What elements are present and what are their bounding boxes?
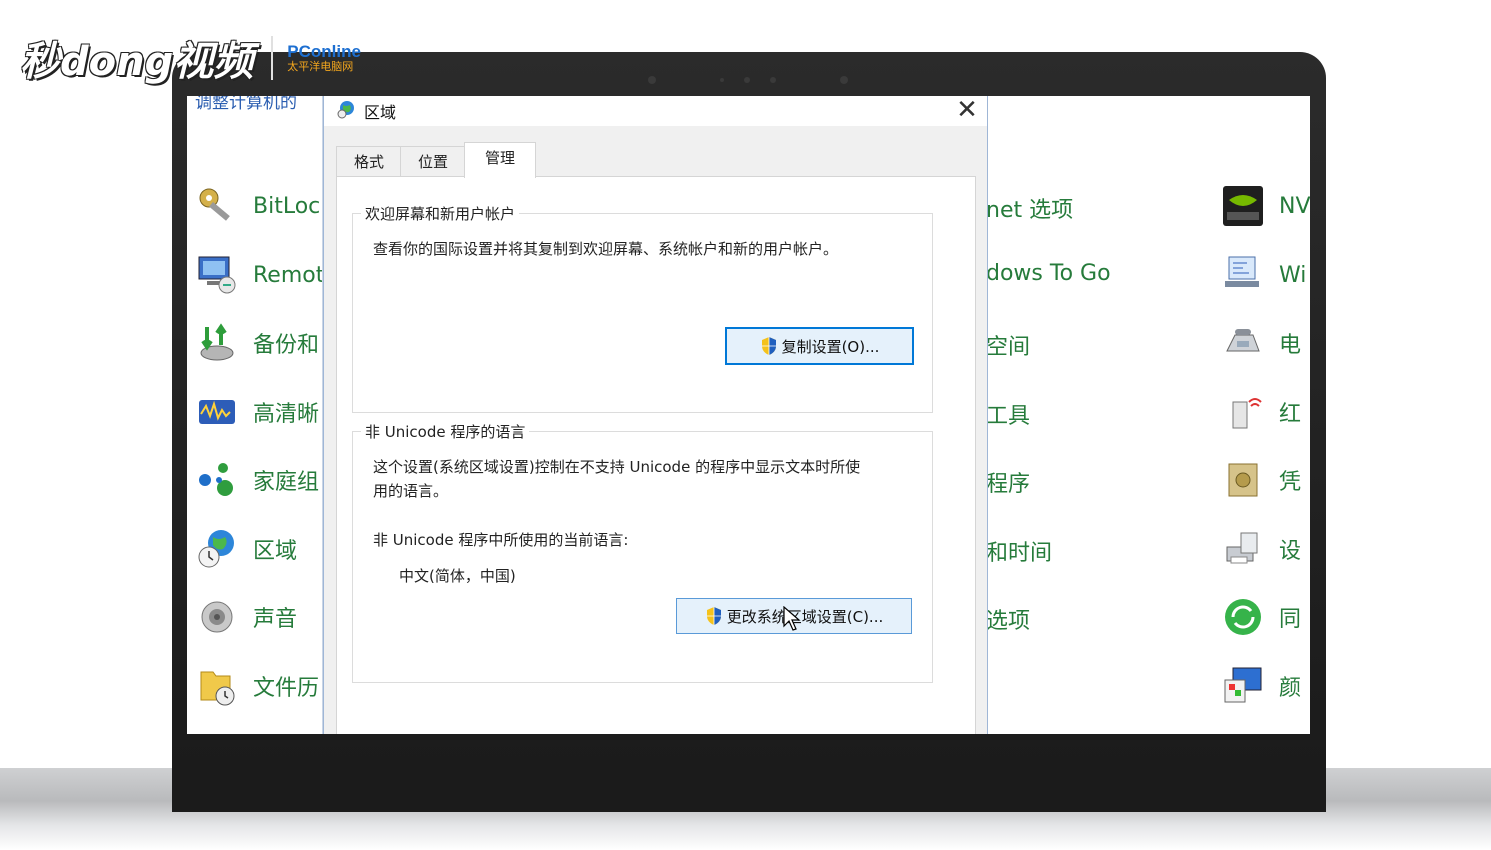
cp-item-backup[interactable]: 备份和	[195, 321, 319, 365]
cp-item-bitlocker[interactable]: BitLocl	[195, 184, 326, 228]
speaker-icon	[195, 595, 239, 639]
uac-shield-icon	[706, 607, 721, 625]
phone-modem-icon	[1221, 321, 1265, 365]
cp-label: 红	[1279, 402, 1302, 427]
cp-label: BitLocl	[253, 193, 327, 219]
cp-item-devices-printers[interactable]: 设	[1221, 527, 1301, 571]
cp-label: 声音	[253, 607, 298, 632]
color-management-icon	[1221, 664, 1265, 708]
video-watermark: 秒dong视频 PConline 太平洋电脑网	[20, 26, 361, 90]
webcam-bar	[640, 74, 860, 86]
cp-item-infrared[interactable]: 红	[1221, 390, 1301, 434]
cp-label: Remot	[253, 262, 325, 288]
cp-item-region[interactable]: 区域	[195, 527, 297, 571]
tab-administrative[interactable]: 管理	[464, 142, 536, 178]
cp-item-credential-manager[interactable]: 凭	[1221, 458, 1301, 502]
dialog-title: 区域	[364, 103, 397, 122]
change-system-locale-label: 更改系统区域设置(C)...	[726, 607, 884, 626]
realtek-audio-icon	[195, 390, 239, 434]
cp-label: 颜	[1279, 676, 1302, 701]
cp-label: 凭	[1279, 470, 1302, 495]
region-dialog: 区域 ✕ 格式 位置 管理 欢迎屏幕和新用户帐户 查看你的国际设置并将其复制到欢…	[323, 96, 988, 734]
cp-item-audio-manager[interactable]: 高清晰	[195, 390, 319, 434]
region-globe-icon	[195, 527, 239, 571]
cp-label: Wi	[1279, 262, 1307, 288]
cp-item-sound[interactable]: 声音	[195, 595, 297, 639]
cp-item-nvidia[interactable]: NV	[1221, 184, 1310, 228]
dialog-titlebar[interactable]: 区域 ✕	[324, 96, 987, 126]
cp-label: NV	[1279, 193, 1310, 219]
cp-item-remoteapp[interactable]: Remot	[195, 253, 324, 297]
infrared-icon	[1221, 390, 1265, 434]
welcome-description: 查看你的国际设置并将其复制到欢迎屏幕、系统帐户和新的用户帐户。	[373, 240, 839, 258]
cp-item-sync-center[interactable]: 同	[1221, 595, 1301, 639]
tab-panel-administrative: 欢迎屏幕和新用户帐户 查看你的国际设置并将其复制到欢迎屏幕、系统帐户和新的用户帐…	[336, 176, 976, 734]
watermark-divider	[271, 36, 274, 80]
cp-item-windows-to-go[interactable]: dows To Go	[986, 261, 1111, 286]
screen: 调整计算机的 BitLocl Remot 备份和 高清晰 家庭组 区域 声音 文…	[187, 96, 1310, 734]
cp-label: 文件历	[253, 676, 320, 701]
homegroup-icon	[195, 458, 239, 502]
cp-item-default-programs[interactable]: 程序	[986, 466, 1030, 498]
cp-label: 高清晰	[253, 402, 320, 427]
cp-label: 设	[1279, 539, 1302, 564]
copy-settings-label: 复制设置(O)...	[781, 337, 880, 356]
cp-item-mobility-center[interactable]: Wi	[1221, 253, 1306, 297]
group-legend: 欢迎屏幕和新用户帐户	[361, 203, 520, 224]
tab-format[interactable]: 格式	[336, 146, 402, 177]
remote-app-icon	[195, 253, 239, 297]
uac-shield-icon	[761, 337, 776, 355]
cp-item-file-history[interactable]: 文件历	[195, 664, 319, 708]
copy-settings-button[interactable]: 复制设置(O)...	[725, 327, 914, 365]
cp-label: 同	[1279, 607, 1302, 632]
cp-item-storage-spaces[interactable]: 空间	[986, 329, 1030, 361]
laptop-bezel-bottom	[172, 768, 1326, 812]
region-globe-icon	[336, 99, 356, 119]
close-icon[interactable]: ✕	[952, 96, 982, 124]
tab-location[interactable]: 位置	[400, 146, 466, 177]
file-history-icon	[195, 664, 239, 708]
cp-item-date-time[interactable]: 和时间	[986, 535, 1052, 567]
unicode-description-line1: 这个设置(系统区域设置)控制在不支持 Unicode 的程序中显示文本时所使	[373, 458, 861, 476]
watermark-brand: PConline 太平洋电脑网	[287, 43, 361, 73]
cp-label: 备份和	[253, 333, 320, 358]
cp-item-phone-modem[interactable]: 电	[1221, 321, 1301, 365]
backup-restore-icon	[195, 321, 239, 365]
bitlocker-key-icon	[195, 184, 239, 228]
watermark-brand-subtitle: 太平洋电脑网	[287, 61, 354, 73]
group-legend: 非 Unicode 程序的语言	[361, 421, 530, 442]
credential-vault-icon	[1221, 458, 1265, 502]
unicode-description-line2: 用的语言。	[373, 482, 449, 500]
cp-label: 家庭组	[253, 470, 320, 495]
cp-label: 区域	[253, 539, 298, 564]
cp-item-indexing-options[interactable]: 选项	[986, 603, 1030, 635]
device-printer-icon	[1221, 527, 1265, 571]
cp-label: 电	[1279, 333, 1302, 358]
current-language-label: 非 Unicode 程序中所使用的当前语言:	[373, 531, 629, 549]
cp-item-homegroup[interactable]: 家庭组	[195, 458, 319, 502]
cp-item-internet-options[interactable]: net 选项	[986, 192, 1073, 224]
nvidia-icon	[1221, 184, 1265, 228]
control-panel-header: 调整计算机的	[195, 96, 297, 113]
windows-mobility-icon	[1221, 253, 1265, 297]
welcome-screen-group: 欢迎屏幕和新用户帐户 查看你的国际设置并将其复制到欢迎屏幕、系统帐户和新的用户帐…	[352, 203, 933, 413]
non-unicode-group: 非 Unicode 程序的语言 这个设置(系统区域设置)控制在不支持 Unico…	[352, 421, 933, 683]
cp-item-admin-tools[interactable]: 工具	[986, 398, 1030, 430]
cp-item-color-management[interactable]: 颜	[1221, 664, 1301, 708]
sync-center-icon	[1221, 595, 1265, 639]
watermark-brand-name: PConline	[287, 42, 361, 61]
mouse-cursor-icon	[783, 606, 801, 631]
current-language-value: 中文(简体，中国)	[399, 567, 516, 585]
watermark-logo: 秒dong视频	[20, 39, 254, 85]
